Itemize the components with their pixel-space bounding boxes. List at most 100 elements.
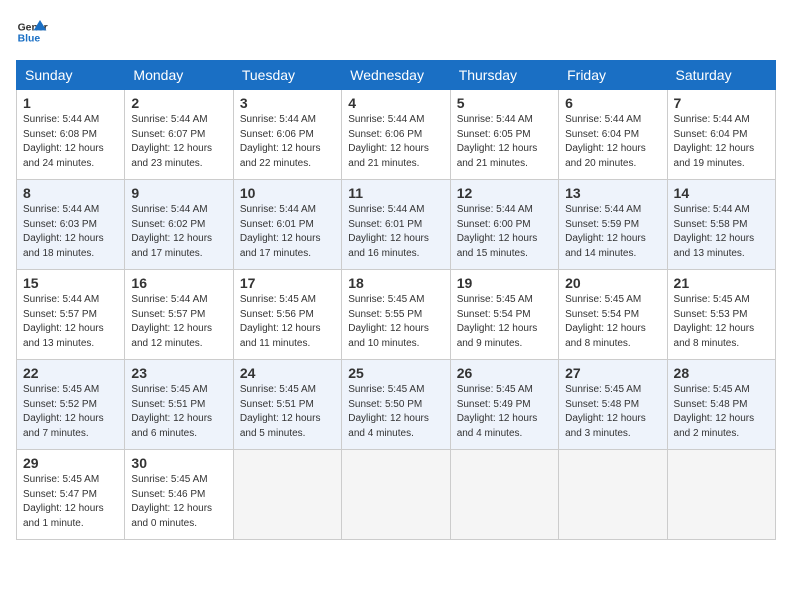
calendar-cell: 5 Sunrise: 5:44 AMSunset: 6:05 PMDaylight… (450, 90, 558, 180)
calendar: SundayMondayTuesdayWednesdayThursdayFrid… (16, 60, 776, 540)
day-number: 7 (674, 95, 769, 111)
calendar-week-row: 15 Sunrise: 5:44 AMSunset: 5:57 PMDayligh… (17, 270, 776, 360)
calendar-cell: 23 Sunrise: 5:45 AMSunset: 5:51 PMDayligh… (125, 360, 233, 450)
day-number: 8 (23, 185, 118, 201)
calendar-cell (667, 450, 775, 540)
day-number: 26 (457, 365, 552, 381)
logo: General Blue (16, 16, 48, 48)
calendar-cell: 6 Sunrise: 5:44 AMSunset: 6:04 PMDaylight… (559, 90, 667, 180)
day-info: Sunrise: 5:45 AMSunset: 5:49 PMDaylight:… (457, 383, 552, 441)
calendar-cell: 10 Sunrise: 5:44 AMSunset: 6:01 PMDayligh… (233, 180, 341, 270)
weekday-header: Friday (559, 61, 667, 90)
day-info: Sunrise: 5:44 AMSunset: 5:59 PMDaylight:… (565, 203, 660, 261)
svg-text:Blue: Blue (18, 34, 41, 45)
day-info: Sunrise: 5:45 AMSunset: 5:51 PMDaylight:… (131, 383, 226, 441)
calendar-cell: 30 Sunrise: 5:45 AMSunset: 5:46 PMDayligh… (125, 450, 233, 540)
weekday-header: Tuesday (233, 61, 341, 90)
day-info: Sunrise: 5:44 AMSunset: 6:06 PMDaylight:… (240, 113, 335, 171)
day-number: 12 (457, 185, 552, 201)
calendar-cell: 27 Sunrise: 5:45 AMSunset: 5:48 PMDayligh… (559, 360, 667, 450)
calendar-cell: 11 Sunrise: 5:44 AMSunset: 6:01 PMDayligh… (342, 180, 450, 270)
day-number: 13 (565, 185, 660, 201)
day-number: 1 (23, 95, 118, 111)
calendar-cell: 3 Sunrise: 5:44 AMSunset: 6:06 PMDaylight… (233, 90, 341, 180)
weekday-header: Sunday (17, 61, 125, 90)
day-info: Sunrise: 5:44 AMSunset: 6:03 PMDaylight:… (23, 203, 118, 261)
calendar-cell: 9 Sunrise: 5:44 AMSunset: 6:02 PMDaylight… (125, 180, 233, 270)
day-info: Sunrise: 5:44 AMSunset: 6:00 PMDaylight:… (457, 203, 552, 261)
day-number: 5 (457, 95, 552, 111)
day-info: Sunrise: 5:45 AMSunset: 5:48 PMDaylight:… (565, 383, 660, 441)
day-number: 16 (131, 275, 226, 291)
day-number: 30 (131, 455, 226, 471)
day-info: Sunrise: 5:45 AMSunset: 5:46 PMDaylight:… (131, 473, 226, 531)
day-number: 28 (674, 365, 769, 381)
calendar-cell: 25Sunrise: 5:45 AMSunset: 5:50 PMDayligh… (342, 360, 450, 450)
day-info: Sunrise: 5:44 AMSunset: 6:07 PMDaylight:… (131, 113, 226, 171)
day-number: 23 (131, 365, 226, 381)
calendar-cell (450, 450, 558, 540)
calendar-week-row: 1Sunrise: 5:44 AMSunset: 6:08 PMDaylight… (17, 90, 776, 180)
day-info: Sunrise: 5:44 AMSunset: 6:02 PMDaylight:… (131, 203, 226, 261)
day-number: 10 (240, 185, 335, 201)
weekday-header: Saturday (667, 61, 775, 90)
calendar-cell: 12 Sunrise: 5:44 AMSunset: 6:00 PMDayligh… (450, 180, 558, 270)
day-info: Sunrise: 5:44 AMSunset: 6:05 PMDaylight:… (457, 113, 552, 171)
day-number: 19 (457, 275, 552, 291)
day-info: Sunrise: 5:45 AMSunset: 5:52 PMDaylight:… (23, 383, 118, 441)
day-info: Sunrise: 5:44 AMSunset: 6:04 PMDaylight:… (565, 113, 660, 171)
day-info: Sunrise: 5:44 AMSunset: 6:01 PMDaylight:… (240, 203, 335, 261)
day-number: 22 (23, 365, 118, 381)
day-number: 21 (674, 275, 769, 291)
calendar-week-row: 29Sunrise: 5:45 AMSunset: 5:47 PMDayligh… (17, 450, 776, 540)
calendar-cell: 22 Sunrise: 5:45 AMSunset: 5:52 PMDayligh… (17, 360, 125, 450)
day-number: 18 (348, 275, 443, 291)
day-info: Sunrise: 5:44 AMSunset: 6:01 PMDaylight:… (348, 203, 443, 261)
day-number: 17 (240, 275, 335, 291)
day-number: 24 (240, 365, 335, 381)
calendar-cell: 7 Sunrise: 5:44 AMSunset: 6:04 PMDaylight… (667, 90, 775, 180)
day-info: Sunrise: 5:44 AMSunset: 6:04 PMDaylight:… (674, 113, 769, 171)
calendar-cell (559, 450, 667, 540)
calendar-cell: 26 Sunrise: 5:45 AMSunset: 5:49 PMDayligh… (450, 360, 558, 450)
day-info: Sunrise: 5:44 AMSunset: 5:57 PMDaylight:… (131, 293, 226, 351)
day-info: Sunrise: 5:45 AMSunset: 5:48 PMDaylight:… (674, 383, 769, 441)
calendar-cell: 4Sunrise: 5:44 AMSunset: 6:06 PMDaylight… (342, 90, 450, 180)
day-number: 15 (23, 275, 118, 291)
day-number: 2 (131, 95, 226, 111)
calendar-cell: 24 Sunrise: 5:45 AMSunset: 5:51 PMDayligh… (233, 360, 341, 450)
day-info: Sunrise: 5:45 AMSunset: 5:54 PMDaylight:… (457, 293, 552, 351)
day-info: Sunrise: 5:45 AMSunset: 5:53 PMDaylight:… (674, 293, 769, 351)
day-info: Sunrise: 5:45 AMSunset: 5:51 PMDaylight:… (240, 383, 335, 441)
day-info: Sunrise: 5:44 AMSunset: 6:06 PMDaylight:… (348, 113, 443, 171)
calendar-cell: 28 Sunrise: 5:45 AMSunset: 5:48 PMDayligh… (667, 360, 775, 450)
day-number: 3 (240, 95, 335, 111)
day-info: Sunrise: 5:45 AMSunset: 5:50 PMDaylight:… (348, 383, 443, 441)
calendar-cell (342, 450, 450, 540)
calendar-cell: 19 Sunrise: 5:45 AMSunset: 5:54 PMDayligh… (450, 270, 558, 360)
day-number: 27 (565, 365, 660, 381)
header: General Blue (16, 16, 776, 48)
day-number: 14 (674, 185, 769, 201)
weekday-header: Monday (125, 61, 233, 90)
weekday-header: Thursday (450, 61, 558, 90)
calendar-cell: 21 Sunrise: 5:45 AMSunset: 5:53 PMDayligh… (667, 270, 775, 360)
day-number: 11 (348, 185, 443, 201)
calendar-cell: 20Sunrise: 5:45 AMSunset: 5:54 PMDayligh… (559, 270, 667, 360)
calendar-header-row: SundayMondayTuesdayWednesdayThursdayFrid… (17, 61, 776, 90)
day-number: 6 (565, 95, 660, 111)
calendar-cell: 17 Sunrise: 5:45 AMSunset: 5:56 PMDayligh… (233, 270, 341, 360)
day-info: Sunrise: 5:45 AMSunset: 5:56 PMDaylight:… (240, 293, 335, 351)
calendar-week-row: 22 Sunrise: 5:45 AMSunset: 5:52 PMDayligh… (17, 360, 776, 450)
calendar-cell: 14Sunrise: 5:44 AMSunset: 5:58 PMDayligh… (667, 180, 775, 270)
day-info: Sunrise: 5:45 AMSunset: 5:55 PMDaylight:… (348, 293, 443, 351)
calendar-cell: 29Sunrise: 5:45 AMSunset: 5:47 PMDayligh… (17, 450, 125, 540)
day-number: 29 (23, 455, 118, 471)
day-info: Sunrise: 5:44 AMSunset: 5:57 PMDaylight:… (23, 293, 118, 351)
calendar-cell: 1Sunrise: 5:44 AMSunset: 6:08 PMDaylight… (17, 90, 125, 180)
calendar-cell: 18 Sunrise: 5:45 AMSunset: 5:55 PMDayligh… (342, 270, 450, 360)
day-number: 9 (131, 185, 226, 201)
weekday-header: Wednesday (342, 61, 450, 90)
calendar-week-row: 8 Sunrise: 5:44 AMSunset: 6:03 PMDaylight… (17, 180, 776, 270)
calendar-cell: 13 Sunrise: 5:44 AMSunset: 5:59 PMDayligh… (559, 180, 667, 270)
